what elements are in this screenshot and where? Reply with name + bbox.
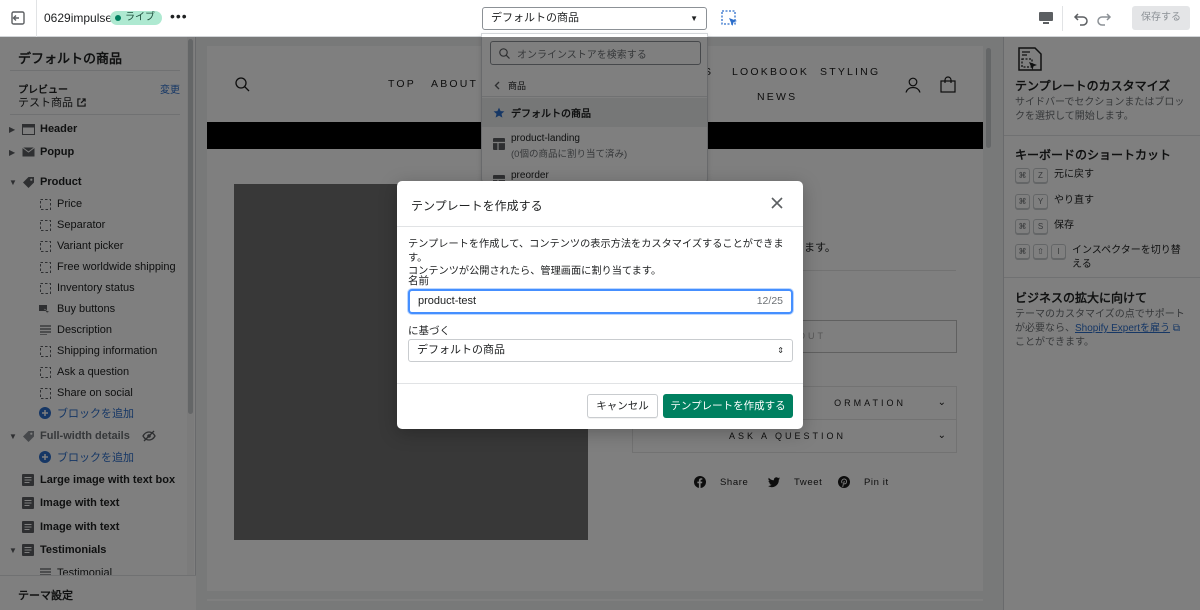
divider [36,0,37,37]
select-arrows-icon: ⇕ [777,346,784,355]
template-name-value: product-test [418,295,477,307]
dialog-description-line: テンプレートを作成して、コンテンツの表示方法をカスタマイズすることができます。 [408,239,784,264]
status-badge-label: ライブ [125,12,155,23]
undo-icon[interactable] [1073,10,1089,26]
dialog-description: テンプレートを作成して、コンテンツの表示方法をカスタマイズすることができます。コ… [408,238,798,279]
live-status-badge: ライブ [110,11,162,25]
exit-icon[interactable] [10,10,26,26]
save-button[interactable]: 保存する [1132,6,1190,30]
divider [397,383,803,384]
close-icon[interactable] [769,195,785,211]
based-on-value: デフォルトの商品 [417,344,505,356]
redo-icon[interactable] [1096,10,1112,26]
divider [1062,6,1063,31]
name-field-label: 名前 [408,275,429,287]
template-select[interactable]: デフォルトの商品 ▼ [482,7,707,30]
character-count: 12/25 [756,295,783,307]
template-name-input[interactable]: product-test 12/25 [408,289,793,314]
cancel-button[interactable]: キャンセル [587,394,658,418]
based-on-label: に基づく [408,325,450,337]
chevron-down-icon: ▼ [690,14,698,23]
status-dot-icon [115,15,121,21]
template-select-value: デフォルトの商品 [491,12,579,24]
store-name: 0629impulse [44,11,113,25]
dialog-description-line: コンテンツが公開されたら、管理画面に割り当てます。 [408,266,662,277]
dialog-title: テンプレートを作成する [411,199,543,213]
based-on-select[interactable]: デフォルトの商品 ⇕ [408,339,793,362]
more-actions-button[interactable]: ••• [170,8,188,24]
create-template-dialog: テンプレートを作成する テンプレートを作成して、コンテンツの表示方法をカスタマイ… [397,181,803,429]
create-template-button[interactable]: テンプレートを作成する [663,394,793,418]
top-bar: 0629impulse ライブ ••• デフォルトの商品 ▼ 保存する [0,0,1200,37]
divider [397,226,803,227]
inspector-icon[interactable] [721,10,739,28]
desktop-view-icon[interactable] [1038,11,1054,25]
